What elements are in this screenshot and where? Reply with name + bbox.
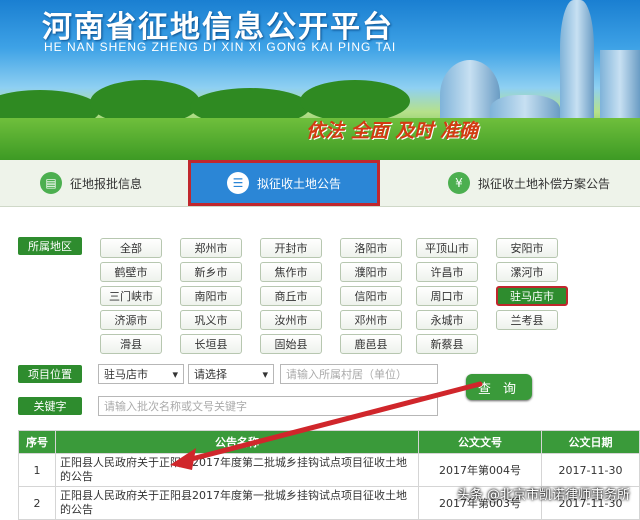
city-option[interactable]: 固始县 — [260, 334, 322, 354]
row-doc: 2017年第004号 — [418, 453, 542, 487]
row-title-link[interactable]: 正阳县人民政府关于正阳县2017年度第一批城乡挂钩试点项目征收土地的公告 — [55, 486, 419, 520]
city-option[interactable]: 鹤壁市 — [100, 262, 162, 282]
site-subtitle: HE NAN SHENG ZHENG DI XIN XI GONG KAI PI… — [44, 40, 397, 54]
city-option[interactable]: 许昌市 — [416, 262, 478, 282]
col-header-no: 序号 — [18, 430, 56, 454]
money-icon: ¥ — [448, 172, 470, 194]
city-option[interactable]: 邓州市 — [340, 310, 402, 330]
city-select[interactable]: 驻马店市 ▾ — [98, 364, 184, 384]
col-header-date: 公文日期 — [541, 430, 640, 454]
tab-compensation-notice[interactable]: ¥ 拟征收土地补偿方案公告 — [448, 160, 610, 206]
tab-land-acquisition-notice[interactable]: ☰ 拟征收土地公告 — [188, 160, 380, 206]
city-option[interactable]: 周口市 — [416, 286, 478, 306]
city-option[interactable]: 永城市 — [416, 310, 478, 330]
city-option[interactable]: 郑州市 — [180, 238, 242, 258]
city-option[interactable]: 长垣县 — [180, 334, 242, 354]
city-option[interactable]: 新乡市 — [180, 262, 242, 282]
tab-label: 拟征收土地补偿方案公告 — [478, 176, 611, 191]
city-option[interactable]: 安阳市 — [496, 238, 558, 258]
city-option[interactable]: 济源市 — [100, 310, 162, 330]
row-date: 2017-11-30 — [541, 453, 640, 487]
city-option[interactable]: 三门峡市 — [100, 286, 162, 306]
city-option[interactable]: 南阳市 — [180, 286, 242, 306]
city-option[interactable]: 汝州市 — [260, 310, 322, 330]
city-option[interactable]: 洛阳市 — [340, 238, 402, 258]
col-header-doc: 公文文号 — [418, 430, 542, 454]
slogan: 依法 全面 及时 准确 — [306, 120, 478, 142]
header-banner: 河南省征地信息公开平台 HE NAN SHENG ZHENG DI XIN XI… — [0, 0, 640, 160]
city-option[interactable]: 信阳市 — [340, 286, 402, 306]
city-option[interactable]: 开封市 — [260, 238, 322, 258]
location-label: 项目位置 — [18, 365, 82, 383]
table-row[interactable]: 1 正阳县人民政府关于正阳县2017年度第二批城乡挂钩试点项目征收土地的公告 2… — [18, 453, 640, 487]
county-select-value: 请选择 — [194, 368, 227, 381]
city-option[interactable]: 滑县 — [100, 334, 162, 354]
city-option[interactable]: 濮阳市 — [340, 262, 402, 282]
dropdown-arrow-icon: ▾ — [172, 367, 178, 381]
row-no: 2 — [18, 486, 56, 520]
tower-building — [560, 0, 594, 120]
search-button[interactable]: 查 询 — [466, 374, 532, 400]
keyword-label: 关键字 — [18, 397, 82, 415]
tab-bar: ▤ 征地报批信息 ☰ 拟征收土地公告 ¥ 拟征收土地补偿方案公告 — [0, 160, 640, 207]
city-option[interactable]: 新蔡县 — [416, 334, 478, 354]
tab-label: 征地报批信息 — [70, 176, 143, 191]
col-header-name: 公告名称 — [55, 430, 419, 454]
list-icon: ☰ — [226, 172, 249, 194]
city-option[interactable]: 巩义市 — [180, 310, 242, 330]
village-input[interactable]: 请输入所属村居（单位） — [280, 364, 438, 384]
county-select[interactable]: 请选择 ▾ — [188, 364, 274, 384]
city-option[interactable]: 兰考县 — [496, 310, 558, 330]
city-option[interactable]: 商丘市 — [260, 286, 322, 306]
region-label: 所属地区 — [18, 237, 82, 255]
city-option[interactable]: 全部 — [100, 238, 162, 258]
city-option[interactable]: 漯河市 — [496, 262, 558, 282]
city-option[interactable]: 焦作市 — [260, 262, 322, 282]
document-icon: ▤ — [40, 172, 62, 194]
tab-label: 拟征收土地公告 — [256, 176, 341, 191]
city-option[interactable]: 平顶山市 — [416, 238, 478, 258]
city-select-value: 驻马店市 — [104, 368, 148, 381]
keyword-input[interactable]: 请输入批次名称或文号关键字 — [98, 396, 438, 416]
watermark: 头条 @北京市凯诺律师事务所 — [456, 488, 630, 503]
city-option[interactable]: 驻马店市 — [496, 286, 568, 306]
city-option[interactable]: 鹿邑县 — [340, 334, 402, 354]
dropdown-arrow-icon: ▾ — [262, 367, 268, 381]
tab-land-approval[interactable]: ▤ 征地报批信息 — [40, 160, 142, 206]
row-title-link[interactable]: 正阳县人民政府关于正阳县2017年度第二批城乡挂钩试点项目征收土地的公告 — [55, 453, 419, 487]
row-no: 1 — [18, 453, 56, 487]
